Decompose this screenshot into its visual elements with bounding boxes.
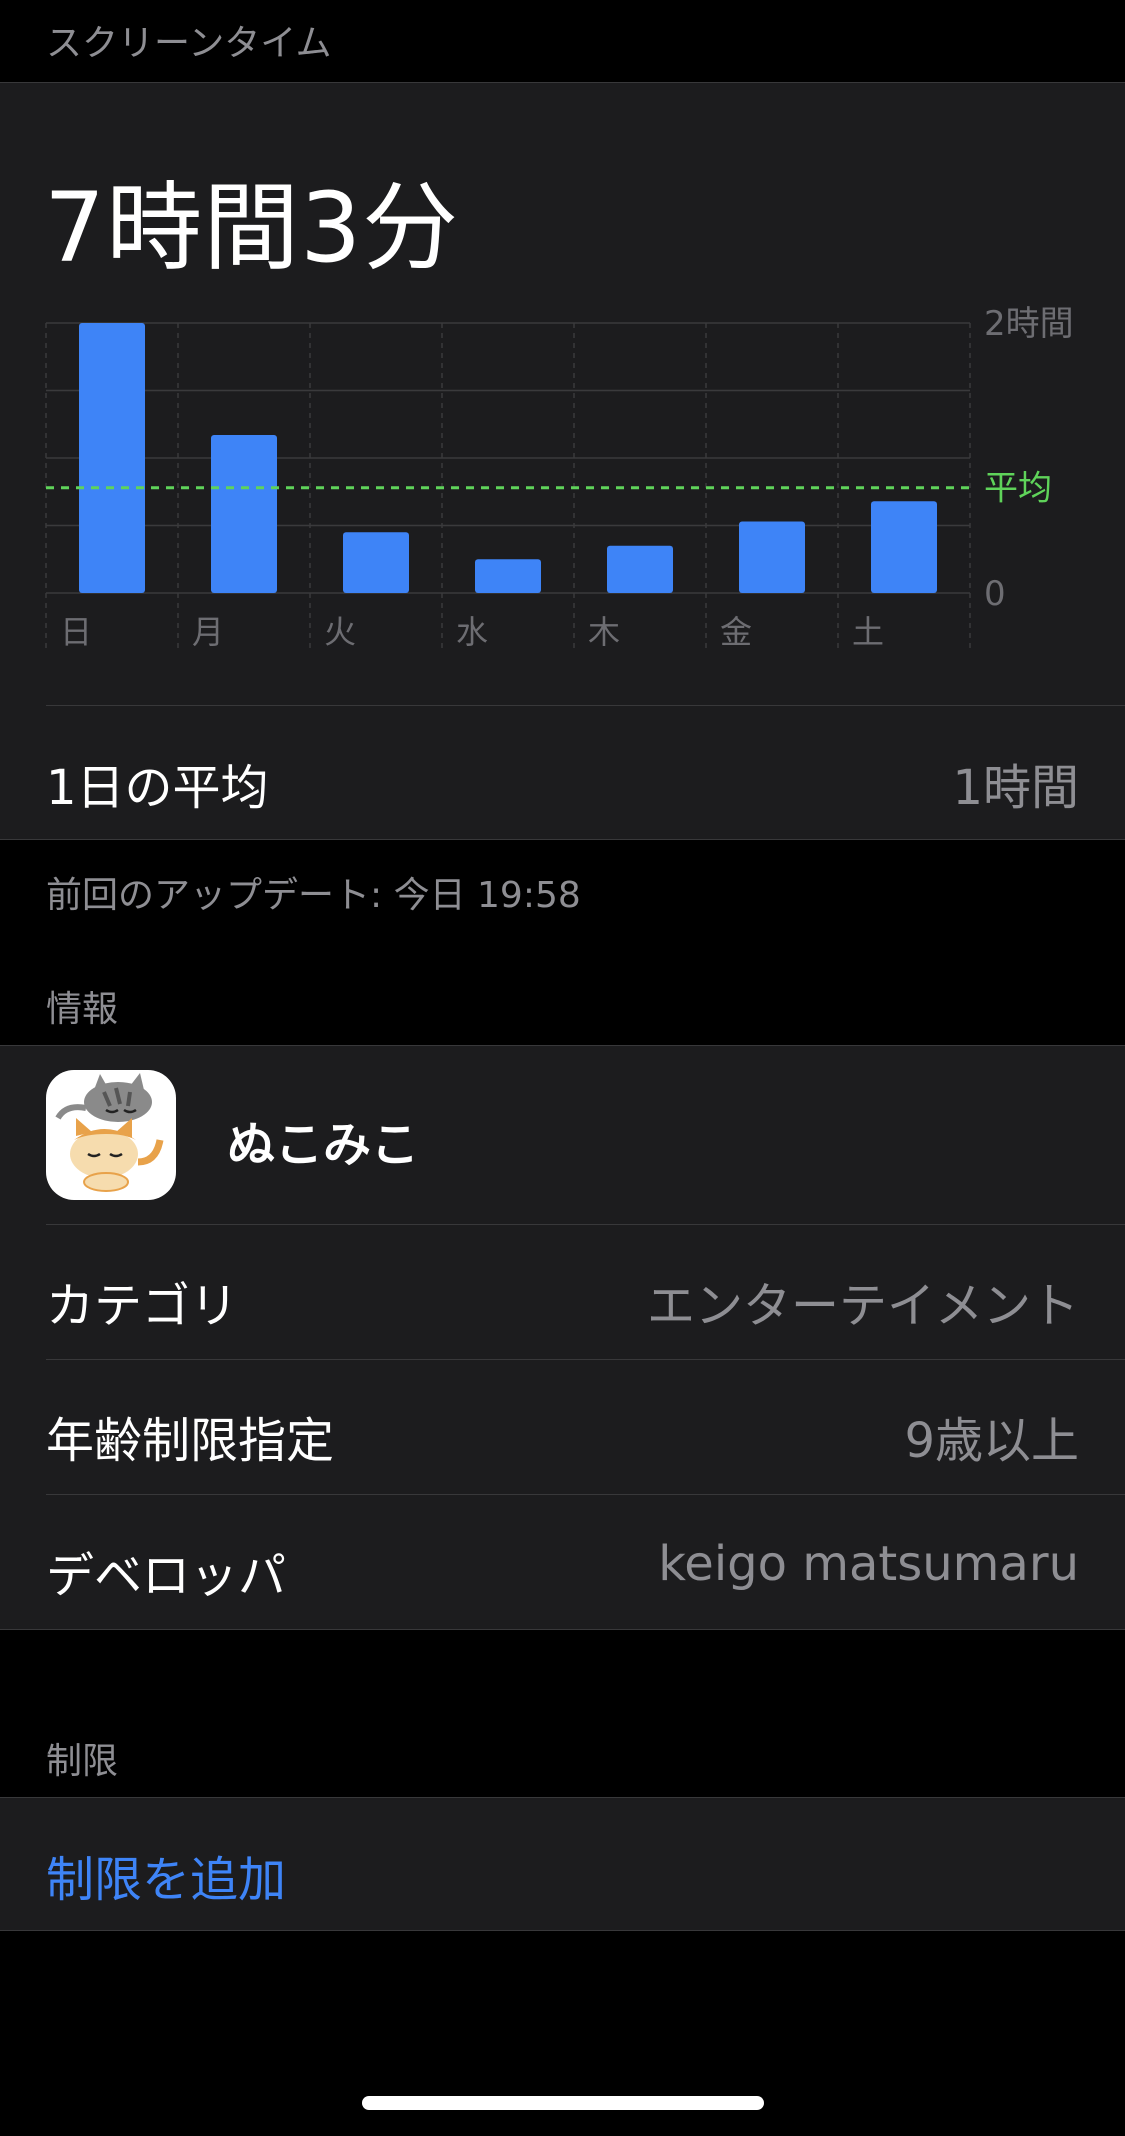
daily-average-value: 1時間 — [952, 760, 1079, 816]
ytick-0: 0 — [984, 574, 1006, 614]
bar-4 — [607, 545, 673, 593]
day-label-3: 水 — [456, 613, 488, 651]
info-divider-2 — [46, 1359, 1125, 1360]
chart-divider — [46, 705, 1125, 706]
day-label-5: 金 — [720, 613, 752, 651]
day-label-0: 日 — [60, 613, 92, 651]
add-limit-button[interactable]: 制限を追加 — [46, 1840, 286, 1910]
app-name: ぬこみこ — [227, 1117, 420, 1173]
average-label: 平均 — [984, 469, 1052, 509]
bar-6 — [871, 501, 937, 593]
screen-time-title: スクリーンタイム — [46, 23, 332, 64]
day-label-2: 火 — [324, 613, 356, 651]
category-value: エンターテイメント — [646, 1278, 1079, 1334]
add-limit-row[interactable]: 制限を追加 — [0, 1798, 1125, 1930]
bar-5 — [739, 521, 805, 593]
info-bottom-border — [0, 1629, 1125, 1630]
developer-label: デベロッパ — [46, 1548, 287, 1604]
day-label-4: 木 — [588, 613, 620, 651]
ytick-max: 2時間 — [984, 304, 1074, 344]
day-label-1: 月 — [192, 613, 224, 651]
age-rating-label: 年齢制限指定 — [46, 1413, 335, 1469]
usage-card-bottom — [0, 839, 1125, 840]
bar-2 — [343, 532, 409, 593]
bar-1 — [211, 435, 277, 593]
bar-0 — [79, 323, 145, 593]
bar-3 — [475, 559, 541, 593]
info-divider-1 — [46, 1224, 1125, 1225]
info-divider-3 — [46, 1494, 1125, 1495]
last-update-text: 前回のアップデート: 今日 19:58 — [46, 875, 581, 916]
age-rating-value: 9歳以上 — [904, 1413, 1079, 1469]
top-header: スクリーンタイム — [0, 0, 1125, 82]
home-indicator[interactable] — [362, 2096, 764, 2110]
cat-app-icon — [46, 1070, 176, 1200]
category-label: カテゴリ — [46, 1278, 239, 1334]
limits-bottom-border — [0, 1930, 1125, 1931]
limits-section-title: 制限 — [46, 1741, 119, 1782]
weekly-usage-chart: 平均 0 2時間日 月 火 水 木 金 土 — [45, 304, 1074, 653]
day-label-6: 土 — [852, 613, 884, 651]
developer-value: keigo matsumaru — [658, 1536, 1079, 1592]
daily-average-label: 1日の平均 — [46, 760, 269, 816]
total-screen-time: 7時間3分 — [44, 172, 460, 284]
info-section-title: 情報 — [46, 989, 119, 1030]
